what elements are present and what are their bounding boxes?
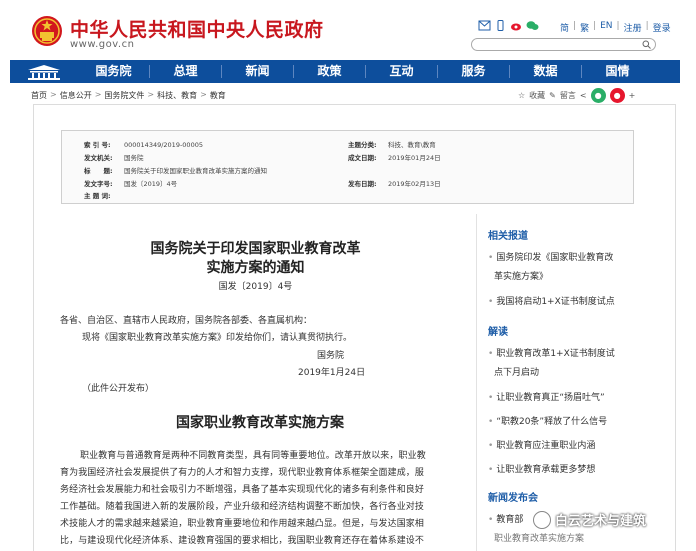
page-tools: ☆ 收藏 ✎ 留言 < ● ● + [518,88,635,103]
crumb-home[interactable]: 首页 [31,90,47,101]
related-item[interactable]: • 我国将启动1+X证书制度试点 [488,294,615,307]
sign-date: 2019年1月24日 [298,368,366,378]
weibo-icon[interactable] [510,20,523,31]
notice-text: 现将《国家职业教育改革实施方案》印发给你们，请认真贯彻执行。 [82,333,353,343]
interp-item[interactable]: • “职教20条”释放了什么信号 [488,414,607,427]
document-meta-box: 索 引 号: 000014349/2019-00005 发文机关: 国务院 标 题:… [61,130,634,204]
link-login[interactable]: 登录 [653,21,671,34]
share-icon[interactable]: < [580,91,587,100]
section-title: 国家职业教育改革实施方案 [176,415,344,431]
interpretation-heading: 解读 [488,327,508,338]
top-icon-bar [478,20,539,31]
nav-item-news[interactable]: 新闻 [222,60,293,83]
body-line: 育为我国经济社会发展提供了有力的人才和智力支撑，现代职业教育体系框架全面建成，服 [60,468,425,478]
interp-item[interactable]: • 让职业教育承载更多梦想 [488,462,595,475]
sidebar-divider [476,214,477,551]
meta-pubdate: 发布日期: 2019年02月13日 [348,180,441,188]
pencil-icon[interactable]: ✎ [549,91,556,100]
more-icon[interactable]: + [629,91,636,100]
document-title-line2: 实施方案的通知 [206,260,305,276]
nav-item-premier[interactable]: 总理 [150,60,221,83]
main-nav: 国务院 总理 新闻 政策 互动 服务 数据 国情 [10,60,680,83]
nav-item-policy[interactable]: 政策 [294,60,365,83]
watermark-text: 白云艺术与建筑 [555,514,647,529]
watermark-logo-icon [533,510,551,529]
watermark: 白云艺术与建筑 [533,510,646,529]
nav-home[interactable] [10,60,78,83]
top-links: 简 | 繁 | EN | 注册 | 登录 [560,21,671,34]
search-icon[interactable] [642,40,651,49]
meta-index: 索 引 号: 000014349/2019-00005 [84,141,203,149]
link-traditional[interactable]: 繁 [580,21,589,34]
interp-item[interactable]: • 职业教育改革1+X证书制度试 [488,346,615,359]
meta-date: 成文日期: 2019年01月24日 [348,154,441,162]
nav-item-interaction[interactable]: 互动 [366,60,437,83]
wechat-share-icon[interactable]: ● [590,88,606,103]
body-line: 职业教育与普通教育是两种不同教育类型，具有同等重要地位。改革开放以来，职业教 [80,451,426,461]
mobile-icon[interactable] [494,20,507,31]
crumb-state-docs[interactable]: 国务院文件 [104,90,144,101]
interp-item-cont[interactable]: 点下月启动 [494,365,539,378]
body-line: 务经济社会发展能力和社会吸引力不断增强，具备了基本实现现代化的诸多有利条件和良好 [60,485,425,495]
meta-keywords: 主 题 词: [84,192,111,200]
document-number: 国发〔2019〕4号 [218,282,293,292]
meta-issuer: 发文机关: 国务院 [84,154,144,162]
link-simplified[interactable]: 简 [560,21,569,34]
wechat-icon[interactable] [526,20,539,31]
link-register[interactable]: 注册 [624,21,642,34]
crumb-info-disclosure[interactable]: 信息公开 [60,90,92,101]
meta-docno: 发文字号: 国发〔2019〕4号 [84,180,178,188]
interp-item[interactable]: • 让职业教育真正“扬眉吐气” [488,390,605,403]
breadcrumb: 首页 > 信息公开 > 国务院文件 > 科技、教育 > 教育 [31,90,226,101]
star-icon[interactable]: ☆ [518,91,525,100]
public-note: （此件公开发布） [82,384,155,394]
site-title[interactable]: 中华人民共和国中央人民政府 [70,15,324,42]
home-icon [28,64,60,80]
meta-subject: 标 题: 国务院关于印发国家职业教育改革实施方案的通知 [84,167,267,175]
site-url: www.gov.cn [70,39,135,50]
weibo-share-icon[interactable]: ● [609,88,625,103]
signer: 国务院 [317,351,345,361]
crumb-education[interactable]: 教育 [210,90,226,101]
search-input[interactable] [471,38,656,51]
document-title-line1: 国务院关于印发国家职业教育改革 [150,241,361,257]
message-button[interactable]: 留言 [560,90,576,101]
press-item[interactable]: • 教育部 [488,512,523,525]
press-item-cont[interactable]: 职业教育改革实施方案 [494,531,584,544]
related-item[interactable]: • 国务院印发《国家职业教育改 [488,250,613,263]
document-title: 国务院关于印发国家职业教育改革 实施方案的通知 [148,240,363,278]
interp-item[interactable]: • 职业教育应注重职业内涵 [488,438,595,451]
national-emblem-icon[interactable] [31,14,63,48]
nav-item-state-council[interactable]: 国务院 [78,60,149,83]
mail-icon[interactable] [478,20,491,31]
site-header: 中华人民共和国中央人民政府 www.gov.cn 简 | 繁 | EN | 注册 | 登… [0,0,696,60]
meta-category: 主题分类: 科技、教育\教育 [348,141,436,149]
nav-item-services[interactable]: 服务 [438,60,509,83]
related-item-cont[interactable]: 革实施方案》 [494,269,548,282]
link-english[interactable]: EN [600,21,612,34]
favorite-button[interactable]: 收藏 [529,90,545,101]
press-conference-heading: 新闻发布会 [488,493,538,504]
body-line: 工作基础。随着我国进入新的发展阶段，产业升级和经济结构调整不断加快，各行各业对技 [60,502,425,512]
nav-item-national-info[interactable]: 国情 [582,60,653,83]
nav-item-data[interactable]: 数据 [510,60,581,83]
body-line: 术技能人才的需求越来越紧迫，职业教育重要地位和作用越来越凸显。但是，与发达国家相 [60,519,425,529]
body-line: 比，与建设现代化经济体系、建设教育强国的要求相比，我国职业教育还存在着体系建设不 [60,536,425,546]
addressee: 各省、自治区、直辖市人民政府，国务院各部委、各直属机构： [60,316,313,326]
related-heading: 相关报道 [488,231,528,242]
crumb-sci-edu[interactable]: 科技、教育 [157,90,197,101]
